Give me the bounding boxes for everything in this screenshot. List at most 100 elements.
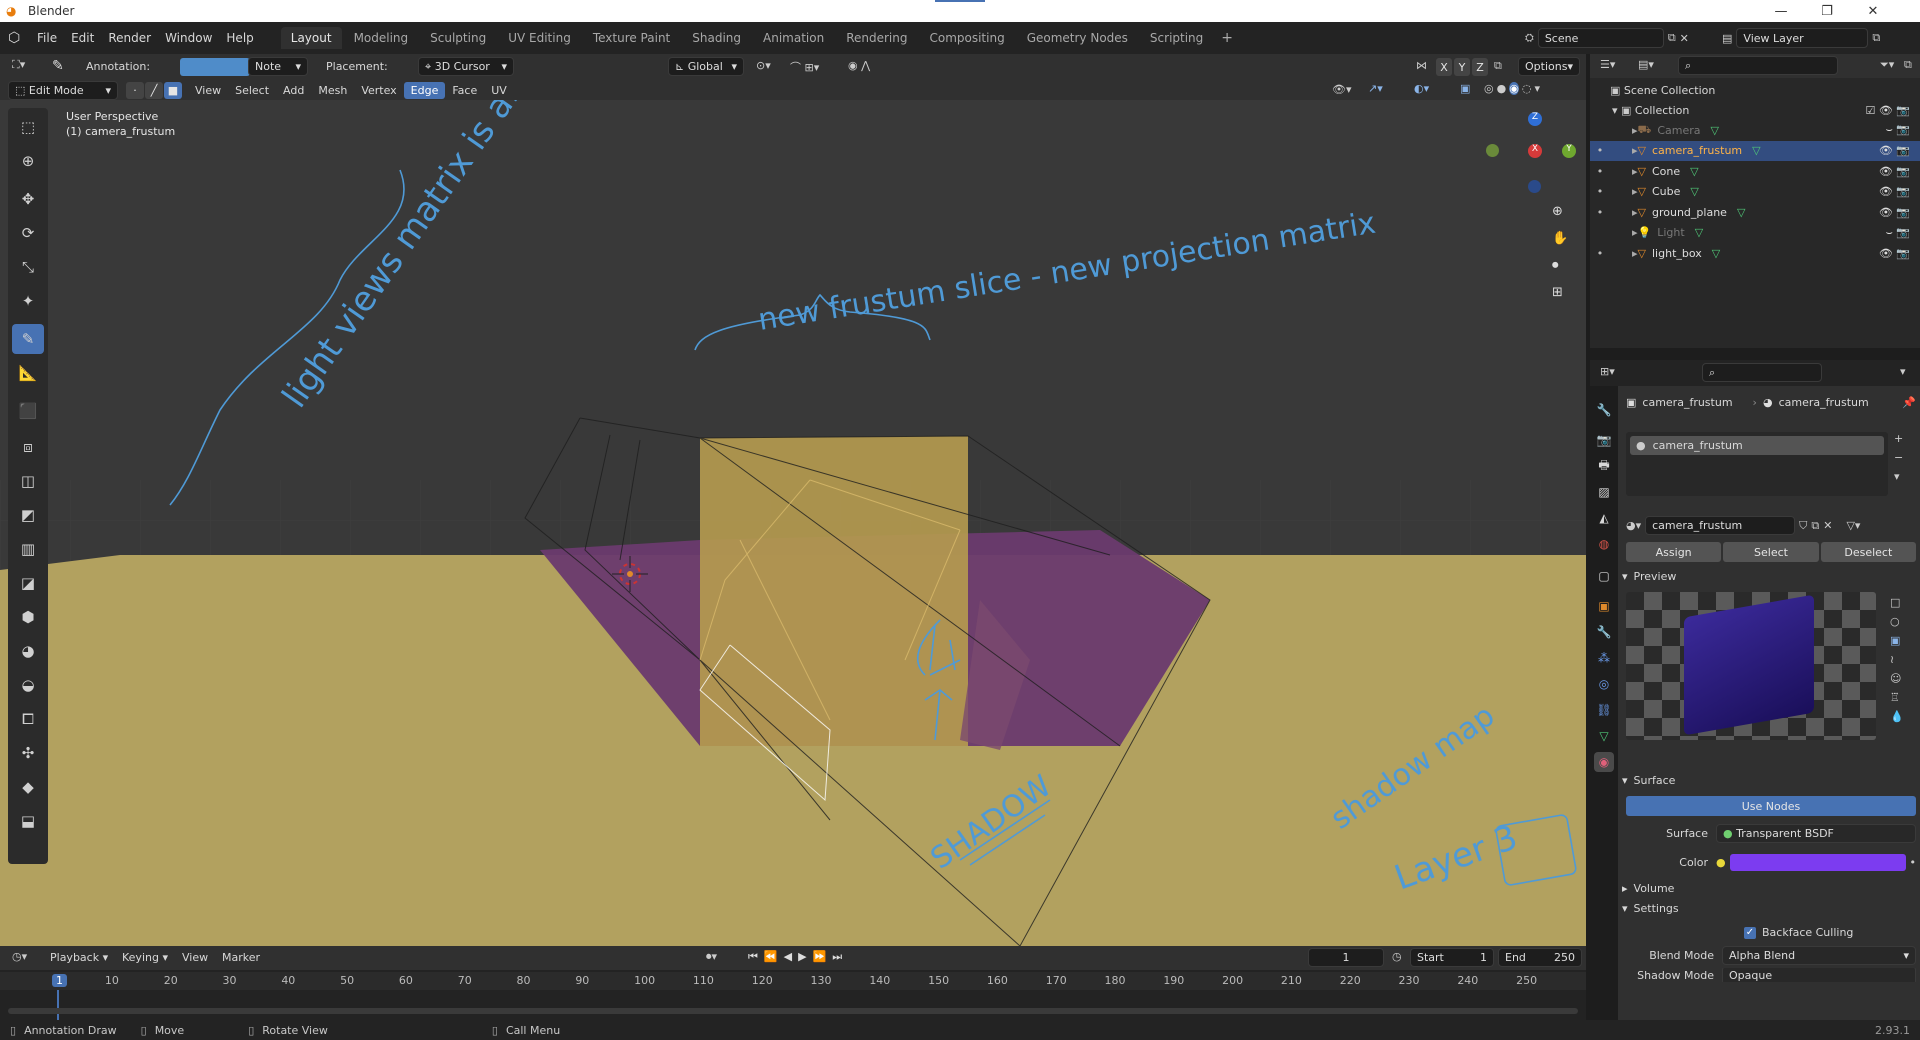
keyframe-dot-icon[interactable]: •	[1910, 856, 1917, 869]
timeline-view-menu[interactable]: View	[182, 951, 208, 964]
visibility-toggle-icons[interactable]: 👁 📷	[1879, 247, 1910, 260]
neg-z-axis-icon[interactable]	[1528, 180, 1541, 193]
poly-build-tool-icon[interactable]: ⬢	[12, 602, 44, 632]
menu-help[interactable]: Help	[219, 27, 260, 49]
collection-visibility-icons[interactable]: ☑ 👁 📷	[1865, 104, 1910, 117]
properties-search-input[interactable]: ⌕	[1702, 363, 1822, 382]
edit-mode-dot-icon[interactable]: •	[1590, 247, 1610, 260]
zoom-icon[interactable]: ⊕	[1552, 204, 1568, 219]
slot-specials-icon[interactable]: ▾	[1894, 470, 1903, 483]
mesh-data-icon[interactable]: ▽	[1737, 206, 1745, 219]
mesh-data-icon[interactable]: ▽	[1690, 185, 1698, 198]
placement-dropdown[interactable]: ⌖ 3D Cursor ▾	[418, 57, 514, 76]
deselect-button[interactable]: Deselect	[1820, 542, 1916, 562]
tool-tab-icon[interactable]: 🔧	[1594, 400, 1614, 420]
view-layer-tab-icon[interactable]: ▨	[1594, 482, 1614, 502]
bevel-tool-icon[interactable]: ◩	[12, 500, 44, 530]
surface-panel-header[interactable]: ▾ Surface	[1622, 774, 1675, 787]
inset-tool-icon[interactable]: ◫	[12, 466, 44, 496]
preview-range-icon[interactable]: ◷	[1392, 950, 1402, 963]
menu-edit[interactable]: Edit	[64, 27, 101, 49]
solid-shading-icon[interactable]: ●	[1497, 82, 1507, 95]
knife-tool-icon[interactable]: ◪	[12, 568, 44, 598]
mesh-data-icon[interactable]: ▽	[1695, 226, 1703, 239]
mirror-z-toggle[interactable]: Z	[1472, 58, 1488, 76]
spin-tool-icon[interactable]: ◕	[12, 636, 44, 666]
shrink-fatten-tool-icon[interactable]: ✣	[12, 738, 44, 768]
measure-tool-icon[interactable]: 📐	[12, 358, 44, 388]
ortho-grid-icon[interactable]: ⊞	[1552, 285, 1568, 300]
viewport-menu-select[interactable]: Select	[228, 82, 276, 99]
viewport-menu-edge[interactable]: Edge	[403, 82, 446, 99]
face-select-icon[interactable]: ■	[164, 82, 182, 99]
tab-scripting[interactable]: Scripting	[1140, 27, 1213, 49]
viewport-menu-uv[interactable]: UV	[484, 82, 514, 99]
pan-hand-icon[interactable]: ✋	[1552, 231, 1568, 246]
select-button[interactable]: Select	[1723, 542, 1819, 562]
tab-animation[interactable]: Animation	[753, 27, 834, 49]
backface-culling-row[interactable]: ✓ Backface Culling	[1744, 926, 1853, 939]
tab-geometry-nodes[interactable]: Geometry Nodes	[1017, 27, 1138, 49]
preview-fluid-icon[interactable]: 💧	[1890, 710, 1904, 723]
mesh-data-icon[interactable]: ▽	[1752, 144, 1760, 157]
outliner-item[interactable]: ▸ ⛟ Camera ▽ ⌣ 📷	[1590, 120, 1920, 140]
transform-tool-icon[interactable]: ✦	[12, 286, 44, 316]
minimize-button[interactable]: —	[1758, 0, 1804, 22]
play-reverse-icon[interactable]: ◀	[784, 950, 792, 964]
tab-shading[interactable]: Shading	[682, 27, 751, 49]
mode-dropdown[interactable]: ⬚ Edit Mode ▾	[8, 81, 118, 100]
annotation-color-swatch[interactable]	[180, 58, 250, 76]
mirror-icon[interactable]: ⋈	[1416, 59, 1427, 72]
visibility-toggle-icons[interactable]: 👁 📷	[1879, 185, 1910, 198]
auto-merge-icon[interactable]: ⧉	[1494, 59, 1502, 73]
transform-orientation-dropdown[interactable]: ⊾ Global ▾	[668, 57, 744, 76]
visibility-toggle-icons[interactable]: 👁 📷	[1879, 144, 1910, 157]
visibility-icon[interactable]: 👁▾	[1332, 83, 1352, 96]
mesh-data-icon[interactable]: ▽	[1711, 124, 1719, 137]
settings-panel-header[interactable]: ▾ Settings	[1622, 902, 1679, 915]
object-tab-icon[interactable]: ▣	[1594, 596, 1614, 616]
outliner-editor-icon[interactable]: ☰▾	[1600, 58, 1615, 71]
shear-tool-icon[interactable]: ◆	[12, 772, 44, 802]
snap-icon[interactable]: ⌒ ⊞▾	[790, 59, 819, 75]
scale-tool-icon[interactable]: ⤡	[12, 252, 44, 282]
mirror-x-toggle[interactable]: X	[1436, 58, 1452, 76]
gizmo-toggle-icon[interactable]: ↗▾	[1368, 82, 1383, 95]
options-dropdown[interactable]: Options ▾	[1518, 57, 1580, 76]
outliner-item[interactable]: • ▸ ▽ light_box ▽ 👁 📷	[1590, 243, 1920, 263]
tab-layout[interactable]: Layout	[280, 27, 342, 49]
copy-view-layer-icon[interactable]: ⧉	[1872, 31, 1880, 45]
restore-button[interactable]: ❐	[1804, 0, 1850, 22]
scene-tab-icon[interactable]: ◭	[1594, 508, 1614, 528]
duplicate-material-icon[interactable]: ⧉	[1811, 519, 1819, 533]
keying-menu[interactable]: Keying ▾	[122, 951, 168, 964]
annotate-tool-icon[interactable]: ✎	[12, 324, 44, 354]
pin-icon[interactable]: 📌	[1902, 396, 1916, 409]
preview-monkey-icon[interactable]: ☺	[1890, 672, 1904, 685]
new-collection-icon[interactable]: ⧉	[1904, 58, 1912, 72]
properties-editor-icon[interactable]: ⊞▾	[1600, 365, 1615, 378]
use-nodes-button[interactable]: Use Nodes	[1626, 796, 1916, 816]
rotate-tool-icon[interactable]: ⟳	[12, 218, 44, 248]
preview-panel-header[interactable]: ▾ Preview	[1622, 570, 1676, 583]
material-shading-icon[interactable]: ◉	[1509, 82, 1519, 95]
smooth-tool-icon[interactable]: ◒	[12, 670, 44, 700]
filter-icon[interactable]: ⏷▾	[1880, 58, 1894, 72]
start-frame-field[interactable]: Start 1	[1410, 948, 1494, 967]
copy-scene-icon[interactable]: ⧉	[1668, 31, 1676, 45]
edit-mode-dot-icon[interactable]: •	[1590, 185, 1610, 198]
timeline-scrollbar[interactable]	[8, 1008, 1578, 1014]
blender-menu-icon[interactable]: ⬡	[8, 30, 30, 46]
viewport-menu-view[interactable]: View	[188, 82, 228, 99]
material-name-field[interactable]: camera_frustum	[1645, 516, 1796, 535]
mesh-data-icon[interactable]: ▽	[1690, 165, 1698, 178]
remove-slot-icon[interactable]: −	[1894, 451, 1903, 464]
timeline-ruler[interactable]: 1 10 20 30 40 50 60 70 80 90 100 110 120 130 140 150 160…	[0, 972, 1586, 990]
menu-file[interactable]: File	[30, 27, 64, 49]
play-icon[interactable]: ▶	[798, 950, 806, 964]
end-frame-field[interactable]: End 250	[1498, 948, 1582, 967]
render-tab-icon[interactable]: 📷	[1594, 430, 1614, 450]
edge-slide-tool-icon[interactable]: ⧠	[12, 704, 44, 734]
scene-field[interactable]: Scene	[1537, 28, 1664, 48]
tab-rendering[interactable]: Rendering	[836, 27, 917, 49]
